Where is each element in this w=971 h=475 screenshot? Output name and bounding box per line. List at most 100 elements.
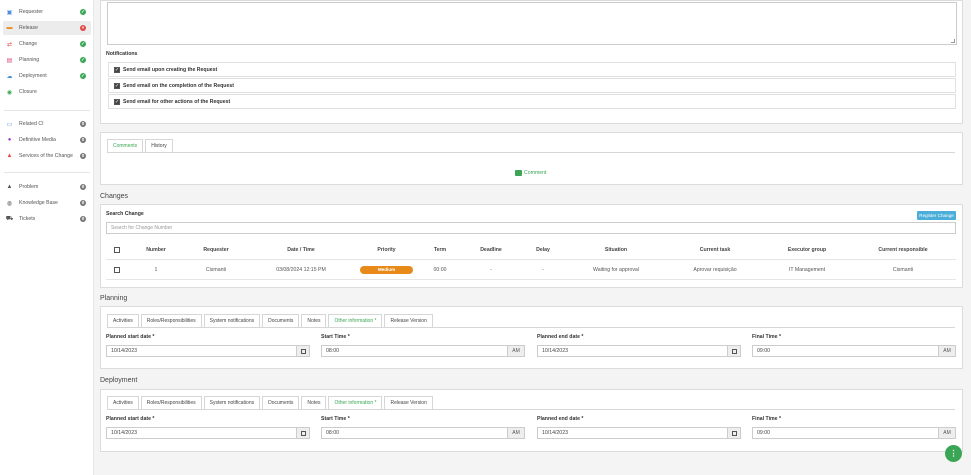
comments-tabs: Comments History [107, 139, 175, 152]
column-header[interactable]: Executor group [775, 247, 839, 253]
column-header[interactable]: Requester [188, 247, 244, 253]
cell-requester: Cismanti [205, 267, 227, 273]
services-icon: ▲ [6, 153, 13, 159]
calendar-icon[interactable] [296, 345, 310, 357]
tab-documents[interactable]: Documents [262, 314, 300, 327]
sidebar-item-knowledge-base[interactable]: ◍ Knowledge Base 0 [3, 196, 91, 210]
count-badge: 0 [80, 216, 86, 222]
column-header[interactable]: Date / Time [270, 247, 332, 253]
knowledge-base-icon: ◍ [6, 200, 13, 207]
notification-option[interactable]: ✓ Send email on the completion of the Re… [108, 78, 956, 93]
deployment-title: Deployment [100, 377, 138, 384]
sidebar: ▣ Requester ✓ ▬ Release × ⇄ Change ✓ ▤ P… [0, 0, 94, 475]
cell-number[interactable]: 1 [134, 267, 178, 273]
comment-link-label: Comment [524, 170, 547, 176]
description-textarea[interactable] [107, 2, 957, 45]
tab-divider [107, 152, 955, 153]
calendar-icon[interactable] [296, 427, 310, 439]
register-change-button[interactable]: Register Change [917, 211, 956, 220]
more-vertical-icon[interactable]: ⋮ [945, 445, 962, 462]
ampm-toggle[interactable]: AM [507, 345, 525, 357]
field-value: 10/14/2023 [111, 430, 137, 436]
tab-other-information[interactable]: Other information * [328, 314, 383, 327]
sidebar-item-planning[interactable]: ▤ Planning ✓ [3, 53, 91, 67]
sidebar-item-closure[interactable]: ◉ Closure [3, 85, 91, 99]
search-change-label: Search Change [106, 211, 144, 217]
notification-label: Send email for other actions of the Requ… [123, 98, 231, 105]
search-change-input[interactable]: Search for Change Number [106, 222, 956, 234]
sidebar-item-label: Definitive Media [19, 137, 56, 143]
notification-option[interactable]: ✓ Send email upon creating the Request [108, 62, 956, 77]
resize-grip-icon[interactable] [951, 39, 955, 43]
checkbox-checked-icon[interactable]: ✓ [114, 82, 120, 89]
tab-release-version[interactable]: Release Version [384, 314, 433, 327]
tab-divider [107, 409, 955, 410]
planned-start-date-input[interactable]: 10/14/2023 [106, 345, 310, 357]
closure-icon: ◉ [6, 89, 13, 96]
sidebar-item-label: Release [19, 25, 39, 31]
column-header[interactable]: Current task [680, 247, 750, 253]
tab-other-information[interactable]: Other information * [328, 396, 383, 409]
planned-end-date-input[interactable]: 10/14/2023 [537, 427, 741, 439]
tab-history[interactable]: History [145, 139, 173, 152]
tab-roles[interactable]: Roles/Responsibilities [140, 314, 202, 327]
notifications-title: Notifications [106, 51, 138, 57]
ampm-toggle[interactable]: AM [507, 427, 525, 439]
ampm-toggle[interactable]: AM [938, 345, 956, 357]
tab-system-notifications[interactable]: System notifications [203, 396, 261, 409]
tab-comments[interactable]: Comments [107, 139, 144, 152]
tickets-icon: ⛟ [5, 216, 14, 222]
start-time-label: Start Time * [321, 416, 350, 422]
tab-documents[interactable]: Documents [262, 396, 300, 409]
start-time-input[interactable]: 08:00 AM [321, 427, 525, 439]
sidebar-item-definitive-media[interactable]: ● Definitive Media 0 [3, 133, 91, 147]
row-checkbox[interactable] [114, 267, 120, 273]
tab-release-version[interactable]: Release Version [384, 396, 433, 409]
tab-activities[interactable]: Activities [107, 314, 139, 327]
sidebar-item-deployment[interactable]: ☁ Deployment ✓ [3, 69, 91, 83]
definitive-media-icon: ● [7, 137, 12, 143]
column-header[interactable]: Situation [585, 247, 647, 253]
final-time-input[interactable]: 09:00 AM [752, 427, 956, 439]
sidebar-item-change[interactable]: ⇄ Change ✓ [3, 37, 91, 51]
comment-link[interactable]: Comment [515, 170, 547, 176]
tab-roles[interactable]: Roles/Responsibilities [140, 396, 202, 409]
calendar-icon[interactable] [727, 427, 741, 439]
sidebar-item-requester[interactable]: ▣ Requester ✓ [3, 5, 91, 19]
sidebar-divider [4, 172, 90, 173]
sidebar-item-tickets[interactable]: ⛟ Tickets 0 [3, 212, 91, 226]
cell-deadline: - [490, 267, 492, 273]
tab-activities[interactable]: Activities [107, 396, 139, 409]
sidebar-item-related-ci[interactable]: ▭ Related CI 0 [3, 117, 91, 131]
checkbox-checked-icon[interactable]: ✓ [114, 98, 120, 105]
table-header-divider [106, 259, 956, 260]
column-header[interactable]: Term [425, 247, 455, 253]
column-header[interactable]: Current responsible [865, 247, 941, 253]
column-header[interactable]: Number [134, 247, 178, 253]
planned-start-date-label: Planned start date * [106, 334, 155, 340]
count-badge: 0 [80, 200, 86, 206]
select-all-checkbox[interactable] [114, 247, 120, 253]
count-badge: 0 [80, 137, 86, 143]
start-time-input[interactable]: 08:00 AM [321, 345, 525, 357]
tab-system-notifications[interactable]: System notifications [203, 314, 261, 327]
planned-end-date-input[interactable]: 10/14/2023 [537, 345, 741, 357]
sidebar-item-release[interactable]: ▬ Release × [3, 21, 91, 35]
column-header[interactable]: Deadline [470, 247, 512, 253]
column-header[interactable]: Priority [360, 247, 413, 253]
sidebar-item-services[interactable]: ▲ Services of the Change 0 [3, 149, 91, 163]
sidebar-item-problem[interactable]: ▲ Problem 0 [3, 180, 91, 194]
ampm-toggle[interactable]: AM [938, 427, 956, 439]
final-time-input[interactable]: 09:00 AM [752, 345, 956, 357]
cell-current-responsible: Cismanti [892, 267, 914, 273]
tab-notes[interactable]: Notes [301, 396, 327, 409]
start-time-label: Start Time * [321, 334, 350, 340]
tab-notes[interactable]: Notes [301, 314, 327, 327]
deployment-icon: ☁ [6, 73, 13, 80]
calendar-icon[interactable] [727, 345, 741, 357]
column-header[interactable]: Delay [525, 247, 561, 253]
sidebar-item-label: Services of the Change [19, 153, 73, 159]
notification-option[interactable]: ✓ Send email for other actions of the Re… [108, 94, 956, 109]
planned-start-date-input[interactable]: 10/14/2023 [106, 427, 310, 439]
checkbox-checked-icon[interactable]: ✓ [114, 66, 120, 73]
